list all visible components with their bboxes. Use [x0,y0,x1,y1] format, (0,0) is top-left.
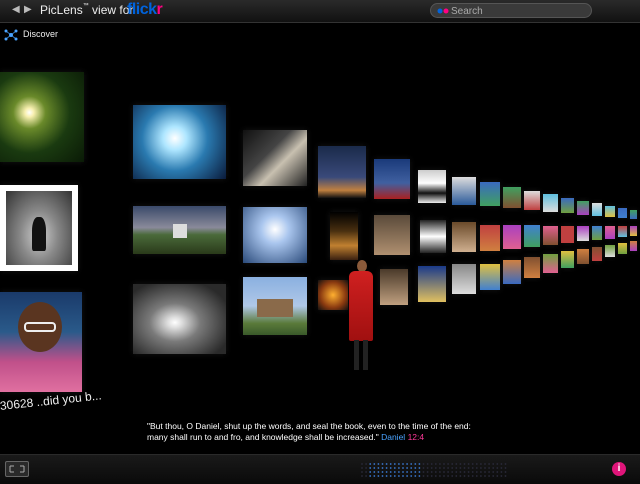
bottom-toolbar: i [0,454,640,484]
photo-thumbnail[interactable] [503,260,521,284]
photo-thumbnail[interactable] [133,206,226,254]
photo-thumbnail[interactable] [629,209,638,219]
photo-thumbnail[interactable] [480,225,500,252]
photo-thumbnail[interactable] [374,159,410,199]
photo-thumbnail[interactable] [524,190,541,211]
photo-thumbnail[interactable] [560,251,574,269]
photo-thumbnail[interactable] [418,266,446,302]
photo-wall: 30628 ..did you b... [0,22,640,454]
photo-thumbnail[interactable] [452,177,476,205]
photo-thumbnail[interactable] [503,186,521,209]
search-input[interactable] [449,4,589,19]
photo-thumbnail[interactable] [480,182,500,207]
photo-thumbnail[interactable] [133,105,226,179]
photo-thumbnail[interactable] [374,215,410,255]
photo-thumbnail[interactable] [605,226,615,239]
photo-thumbnail[interactable] [543,225,558,245]
photo-thumbnail[interactable] [605,244,615,258]
photo-thumbnail[interactable] [543,194,558,212]
photo-thumbnail[interactable] [560,197,574,214]
photo-thumbnail[interactable] [420,220,446,253]
photo-thumbnail[interactable] [318,146,366,198]
photo-thumbnail[interactable] [524,257,541,279]
photo-thumbnail[interactable] [0,292,82,392]
photo-caption: "But thou, O Daniel, shut up the words, … [147,421,567,443]
top-toolbar: ◀ ▶ PicLens™ view for flickr [0,0,640,23]
scroll-position-indicator[interactable] [360,462,510,478]
photo-thumbnail[interactable] [576,200,589,215]
photo-thumbnail[interactable] [524,225,541,247]
photo-thumbnail[interactable] [480,264,500,291]
caption-line-1: "But thou, O Daniel, shut up the words, … [147,421,471,431]
photo-thumbnail[interactable] [591,225,603,240]
photo-thumbnail[interactable] [330,212,358,260]
fullscreen-toggle[interactable] [5,461,29,477]
caption-line-2: many shall run to and fro, and knowledge… [147,432,379,442]
photo-title-overlay: 30628 ..did you b... [0,388,103,413]
photo-thumbnail[interactable] [0,72,84,162]
flickr-logo: flickr [127,1,163,18]
photo-thumbnail[interactable] [243,130,307,186]
photo-thumbnail[interactable] [243,277,307,335]
flickr-dots-icon [437,8,449,14]
photo-thumbnail[interactable] [591,203,603,217]
photo-thumbnail[interactable] [452,264,476,294]
photo-thumbnail[interactable] [0,185,78,271]
photo-thumbnail[interactable] [133,284,226,354]
photo-thumbnail[interactable] [617,207,627,219]
search-box[interactable] [430,3,592,19]
photo-thumbnail[interactable] [380,269,408,305]
photo-thumbnail[interactable] [576,248,589,265]
photo-thumbnail[interactable] [629,241,638,252]
photo-thumbnail[interactable] [243,207,307,263]
photo-thumbnail[interactable] [576,225,589,242]
fullscreen-icon [9,465,25,473]
brand-name: PicLens [40,3,83,17]
back-button[interactable]: ◀ [12,4,20,15]
verse-reference[interactable]: Daniel 12:4 [381,432,424,442]
forward-button[interactable]: ▶ [24,4,32,15]
photo-thumbnail[interactable] [560,225,574,243]
app-title: PicLens™ view for [40,3,133,17]
photo-thumbnail[interactable] [629,226,638,237]
photo-thumbnail[interactable] [617,242,627,255]
photo-thumbnail[interactable] [452,222,476,252]
trademark: ™ [82,3,89,9]
photo-thumbnail[interactable] [543,254,558,273]
info-button[interactable]: i [612,462,626,476]
photo-thumbnail[interactable] [591,246,603,261]
photo-thumbnail[interactable] [617,226,627,238]
photo-thumbnail[interactable] [418,170,446,203]
woman-figure [343,260,377,372]
photo-thumbnail[interactable] [503,225,521,249]
photo-thumbnail[interactable] [605,205,615,218]
